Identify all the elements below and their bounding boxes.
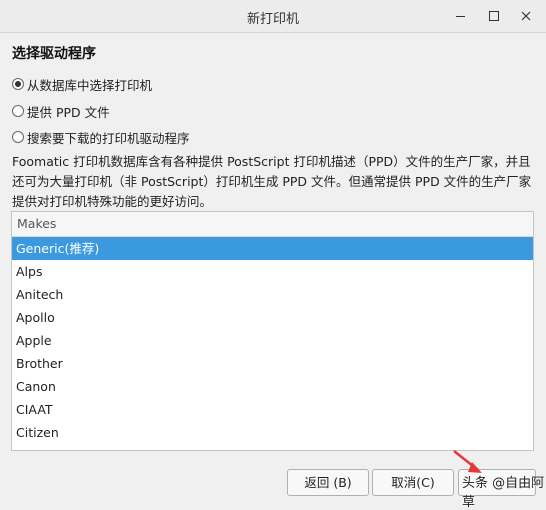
minimize-icon — [455, 15, 465, 17]
option-database[interactable]: 从数据库中选择打印机 — [12, 75, 152, 93]
page-heading: 选择驱动程序 — [12, 46, 96, 62]
option-ppd-file[interactable]: 提供 PPD 文件 — [12, 102, 110, 120]
list-item[interactable]: Anitech — [12, 283, 533, 306]
option-label: 搜索要下载的打印机驱动程序 — [27, 130, 190, 146]
list-header-makes[interactable]: Makes — [12, 212, 533, 237]
makes-list[interactable]: Makes Generic(推荐) Alps Anitech Apollo Ap… — [11, 211, 534, 451]
radio-button[interactable] — [12, 105, 24, 117]
list-item[interactable]: Alps — [12, 260, 533, 283]
minimize-button[interactable] — [450, 6, 470, 26]
list-item[interactable]: Apollo — [12, 306, 533, 329]
close-button[interactable] — [516, 6, 536, 26]
watermark-text: 头条 @自由阿草 — [462, 476, 545, 510]
option-search-driver[interactable]: 搜索要下载的打印机驱动程序 — [12, 128, 190, 146]
close-icon — [521, 11, 531, 21]
option-label: 从数据库中选择打印机 — [27, 77, 153, 93]
description-text: Foomatic 打印机数据库含有各种提供 PostScript 打印机描述（P… — [12, 154, 532, 209]
cancel-button[interactable]: 取消(C) — [372, 469, 454, 496]
list-item[interactable]: Canon — [12, 375, 533, 398]
list-item[interactable]: Generic(推荐) — [12, 237, 533, 260]
back-button[interactable]: 返回 (B) — [287, 469, 369, 496]
list-item[interactable]: Citizen — [12, 421, 533, 444]
radio-selected-dot — [15, 81, 21, 87]
maximize-button[interactable] — [484, 6, 504, 26]
list-item[interactable]: Brother — [12, 352, 533, 375]
maximize-icon — [489, 11, 499, 21]
title-bar: 新打印机 — [0, 0, 546, 33]
list-item[interactable]: CIAAT — [12, 398, 533, 421]
radio-button[interactable] — [12, 78, 24, 90]
radio-button[interactable] — [12, 131, 24, 143]
option-label: 提供 PPD 文件 — [27, 104, 110, 120]
list-item[interactable]: Apple — [12, 329, 533, 352]
